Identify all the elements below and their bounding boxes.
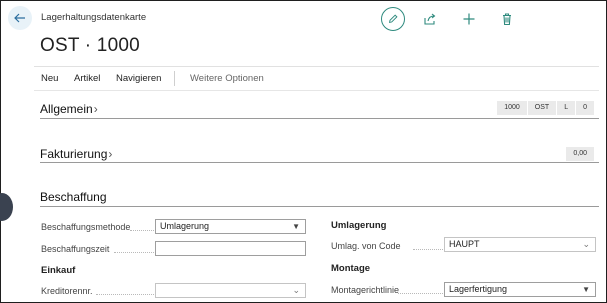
badge-inventory: 0 xyxy=(575,101,594,115)
back-arrow-icon xyxy=(14,13,25,23)
section-general-title: Allgemein xyxy=(40,102,93,116)
section-invoicing-title: Fakturierung xyxy=(40,147,108,161)
lead-time-input[interactable] xyxy=(155,241,306,256)
vendor-no-lookup[interactable]: ⌄ xyxy=(155,283,306,298)
menu-new[interactable]: Neu xyxy=(41,73,58,84)
assembly-policy-value: Lagerfertigung xyxy=(449,284,508,294)
replenishment-method-select[interactable]: Umlagerung ▼ xyxy=(155,219,306,234)
add-button[interactable] xyxy=(462,12,476,26)
delete-button[interactable] xyxy=(500,12,514,26)
menu-navigate[interactable]: Navigieren xyxy=(116,73,161,84)
leader-dots xyxy=(114,252,154,253)
vendor-no-label: Kreditorennr. xyxy=(41,286,93,296)
transfer-from-label: Umlag. von Code xyxy=(331,241,401,251)
invoicing-badges: 0,00 xyxy=(565,147,594,161)
header-divider xyxy=(34,66,599,67)
transfer-from-lookup[interactable]: HAUPT ⌄ xyxy=(444,237,596,252)
transfer-from-value: HAUPT xyxy=(449,239,480,249)
trash-icon xyxy=(503,13,511,26)
chevron-right-icon: › xyxy=(93,102,98,116)
leader-dots xyxy=(413,249,443,250)
menu-more-options[interactable]: Weitere Optionen xyxy=(190,73,264,84)
chevron-down-icon: ⌄ xyxy=(582,239,590,249)
chevron-down-icon: ▼ xyxy=(292,222,300,231)
assembly-policy-select[interactable]: Lagerfertigung ▼ xyxy=(444,282,596,297)
menu-separator xyxy=(174,71,175,86)
chevron-down-icon: ▼ xyxy=(582,285,590,294)
chevron-down-icon: ⌄ xyxy=(292,285,300,295)
back-button[interactable] xyxy=(8,6,32,30)
badge-location: OST xyxy=(526,101,557,115)
leader-dots xyxy=(96,294,154,295)
pencil-icon xyxy=(388,14,398,24)
badge-unit: L xyxy=(556,101,576,115)
badge-item-no: 1000 xyxy=(496,101,527,115)
menu-item[interactable]: Artikel xyxy=(74,73,100,84)
purchase-group-title: Einkauf xyxy=(41,265,76,276)
page-title: OST · 1000 xyxy=(40,35,140,56)
replenishment-method-label: Beschaffungsmethode xyxy=(41,222,131,232)
badge-unit-cost: 0,00 xyxy=(565,147,594,161)
section-invoicing-header[interactable]: Fakturierung› xyxy=(40,147,112,161)
edit-button[interactable] xyxy=(381,7,405,31)
share-icon xyxy=(424,13,436,25)
section-replenishment-title: Beschaffung xyxy=(40,190,107,204)
section-general-rule xyxy=(40,118,599,119)
leader-dots xyxy=(130,230,154,231)
replenishment-method-value: Umlagerung xyxy=(160,221,210,231)
share-button[interactable] xyxy=(423,12,437,26)
actionbar-divider xyxy=(34,90,599,91)
leader-dots xyxy=(398,293,443,294)
chevron-right-icon: › xyxy=(108,147,113,161)
assembly-group-title: Montage xyxy=(331,263,371,274)
page-caption: Lagerhaltungsdatenkarte xyxy=(41,12,147,23)
section-invoicing-rule xyxy=(40,162,599,163)
plus-icon xyxy=(463,13,475,25)
general-badges: 1000 OST L 0 xyxy=(496,101,594,115)
section-general-header[interactable]: Allgemein› xyxy=(40,102,98,116)
lead-time-label: Beschaffungszeit xyxy=(41,244,110,254)
transfer-group-title: Umlagerung xyxy=(331,220,387,231)
section-replenishment-rule xyxy=(40,206,599,207)
assembly-policy-label: Montagerichtlinie xyxy=(331,285,400,295)
